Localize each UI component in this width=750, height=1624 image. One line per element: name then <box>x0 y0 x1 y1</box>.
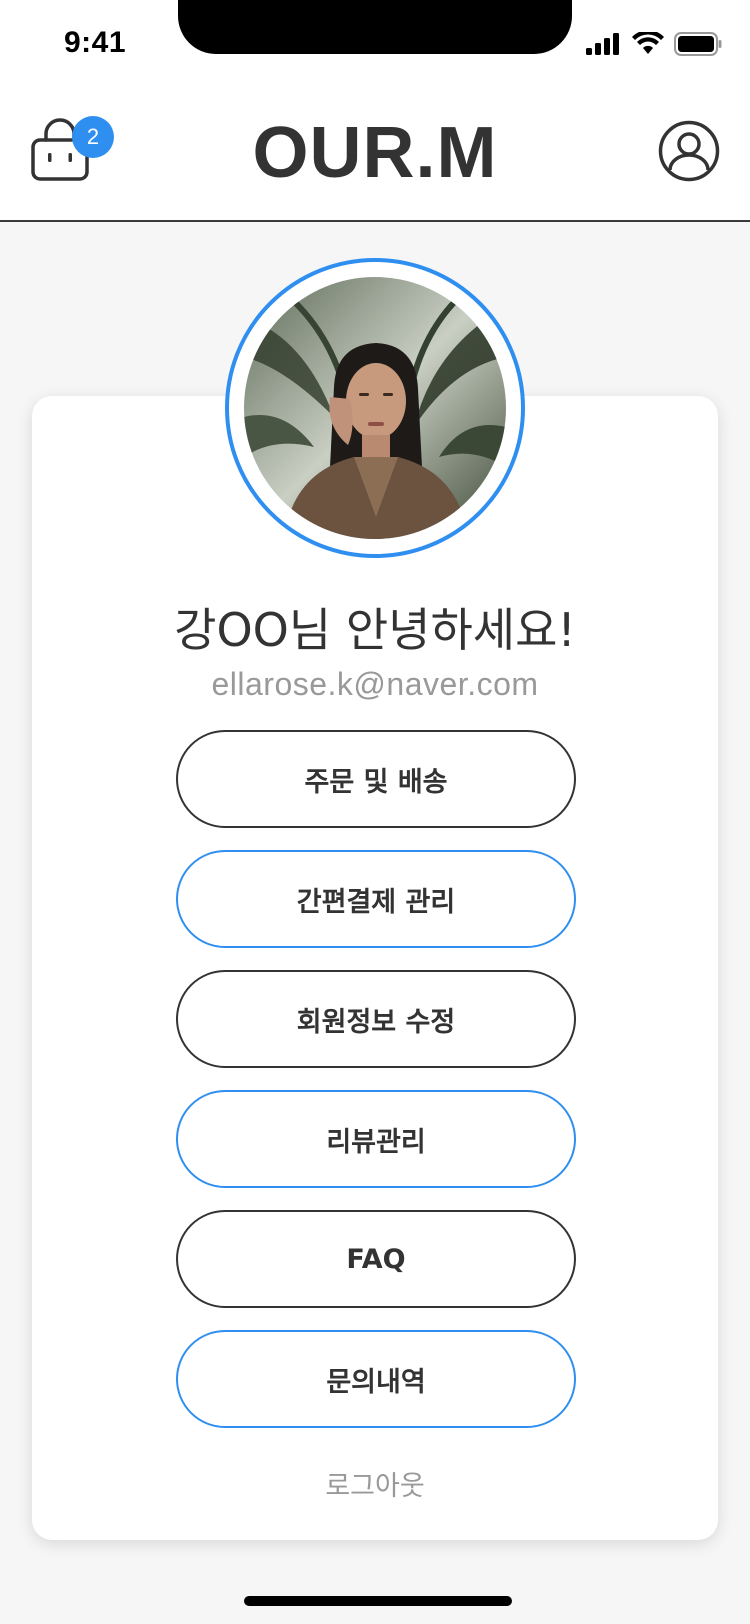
battery-icon <box>674 32 722 56</box>
user-email: ellarose.k@naver.com <box>211 666 539 702</box>
signal-icon <box>586 33 619 55</box>
status-bar: 9:41 <box>0 0 750 90</box>
user-icon <box>658 120 720 182</box>
logout-link[interactable]: 로그아웃 <box>0 1464 750 1503</box>
status-time: 9:41 <box>64 26 127 59</box>
review-management-button[interactable]: 리뷰관리 <box>176 1090 576 1188</box>
orders-delivery-button[interactable]: 주문 및 배송 <box>176 730 576 828</box>
app-header: 2 OUR.M <box>0 90 750 222</box>
home-indicator[interactable] <box>244 1596 512 1606</box>
greeting-text: 강OO님 안녕하세요! <box>174 603 576 657</box>
faq-button[interactable]: FAQ <box>176 1210 576 1308</box>
edit-member-info-button[interactable]: 회원정보 수정 <box>176 970 576 1068</box>
easy-payment-button[interactable]: 간편결제 관리 <box>176 850 576 948</box>
app-logo[interactable]: OUR.M <box>0 112 750 194</box>
wifi-icon <box>632 32 664 54</box>
profile-button[interactable] <box>658 120 720 182</box>
inquiry-history-button[interactable]: 문의내역 <box>176 1330 576 1428</box>
status-icons <box>586 32 722 56</box>
avatar-ring <box>225 258 525 558</box>
avatar[interactable] <box>244 277 506 539</box>
device-notch <box>178 0 572 54</box>
avatar-photo <box>244 277 506 539</box>
